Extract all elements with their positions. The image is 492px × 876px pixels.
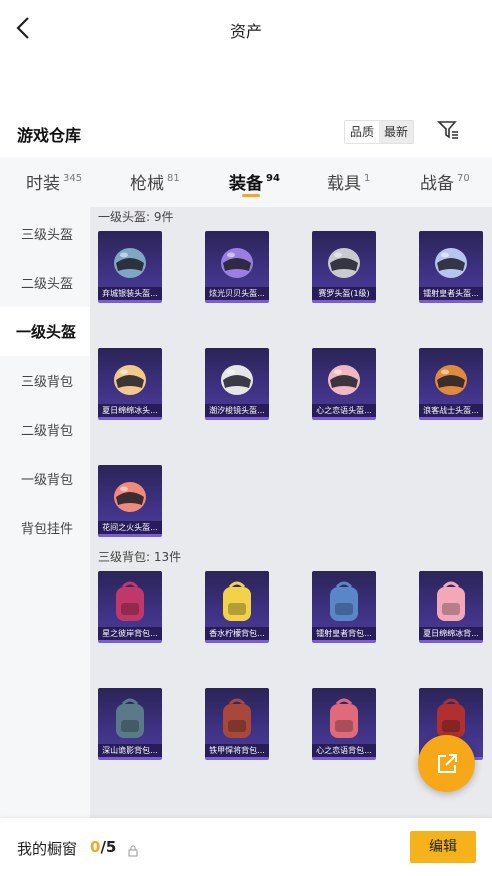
helmet-icon: [221, 365, 253, 395]
item-card[interactable]: 潮汐梭镜头盔...: [205, 348, 269, 420]
item-card[interactable]: 香水柠檬背包...: [205, 571, 269, 643]
item-card[interactable]: 镭射皇者背包...: [312, 571, 376, 643]
tab-vehicles[interactable]: 载具 1: [327, 169, 370, 194]
item-name: 心之恋语头盔...: [312, 404, 376, 417]
sidebar-item-level2-backpack[interactable]: 二级背包: [0, 405, 90, 454]
item-card[interactable]: 赛罗头盔(1级): [312, 231, 376, 303]
page-title: 资产: [229, 22, 262, 41]
item-name: 花间之火头盔...: [98, 521, 162, 534]
sort-newest-button[interactable]: 最新: [379, 121, 414, 143]
showcase-label: 我的橱窗: [17, 840, 78, 858]
item-card[interactable]: 深山诡影背包...: [98, 688, 162, 760]
backpack-icon: [223, 581, 251, 621]
item-name: 夏日绵绵冰背...: [419, 627, 483, 640]
backpack-icon: [223, 698, 251, 738]
backpack-icon: [116, 581, 144, 621]
filter-icon[interactable]: [436, 118, 460, 142]
category-tabs: 时装 345 枪械 81 装备 94 载具 1 战备 70: [0, 157, 492, 207]
item-name: 香水柠檬背包...: [205, 627, 269, 640]
share-button[interactable]: [418, 735, 475, 792]
edit-button[interactable]: 编辑: [410, 831, 476, 863]
sort-quality-button[interactable]: 品质: [345, 121, 380, 143]
tab-supplies[interactable]: 战备 70: [420, 169, 470, 194]
tab-weapons[interactable]: 枪械 81: [130, 169, 180, 194]
sidebar: 三级头盔 二级头盔 一级头盔 三级背包 二级背包 一级背包 背包挂件: [0, 207, 90, 818]
warehouse-row: 游戏仓库 品质 最新: [0, 118, 492, 148]
header: 资产: [0, 0, 492, 58]
helmet-icon: [328, 365, 360, 395]
section-label-level3-backpack: 三级背包: 13件: [98, 550, 182, 564]
item-card[interactable]: 夏日绵绵冰头...: [98, 348, 162, 420]
helmet-icon: [435, 365, 467, 395]
sidebar-item-level3-backpack[interactable]: 三级背包: [0, 356, 90, 405]
item-name: 心之恋语背包...: [312, 744, 376, 757]
item-card[interactable]: 花间之火头盔...: [98, 465, 162, 537]
sidebar-item-backpack-charm[interactable]: 背包挂件: [0, 503, 90, 552]
item-name: 深山诡影背包...: [98, 744, 162, 757]
sidebar-item-level2-helmet[interactable]: 二级头盔: [0, 258, 90, 307]
backpack-icon: [437, 581, 465, 621]
item-name: 铁甲悍将背包...: [205, 744, 269, 757]
item-card[interactable]: 铁甲悍将背包...: [205, 688, 269, 760]
item-name: 星之彼岸背包...: [98, 627, 162, 640]
item-name: 夏日绵绵冰头...: [98, 404, 162, 417]
item-card[interactable]: 镭射皇者头盔...: [419, 231, 483, 303]
sidebar-item-level1-backpack[interactable]: 一级背包: [0, 454, 90, 503]
tab-fashion[interactable]: 时装 345: [26, 169, 82, 194]
item-card[interactable]: 心之恋语头盔...: [312, 348, 376, 420]
item-card[interactable]: 夏日绵绵冰背...: [419, 571, 483, 643]
helmet-icon: [221, 248, 253, 278]
item-card[interactable]: 浪客战士头盔...: [419, 348, 483, 420]
backpack-icon: [330, 698, 358, 738]
helmet-icon: [114, 365, 146, 395]
helmet-icon: [328, 248, 360, 278]
item-card[interactable]: 心之恋语背包...: [312, 688, 376, 760]
backpack-icon: [116, 698, 144, 738]
item-card[interactable]: 星之彼岸背包...: [98, 571, 162, 643]
helmet-icon: [435, 248, 467, 278]
external-link-icon: [437, 753, 457, 773]
item-name: 炫光贝贝头盔...: [205, 287, 269, 300]
item-grid: 一级头盔: 9件 三级背包: 13件 弃城银装头盔... 炫光贝贝头盔... 赛…: [90, 207, 492, 818]
sort-toggle: 品质 最新: [344, 120, 415, 144]
helmet-icon: [114, 248, 146, 278]
item-name: 镭射皇者背包...: [312, 627, 376, 640]
item-card[interactable]: 炫光贝贝头盔...: [205, 231, 269, 303]
lock-icon: [128, 842, 138, 857]
item-name: 镭射皇者头盔...: [419, 287, 483, 300]
tab-equipment[interactable]: 装备 94: [229, 169, 280, 194]
showcase-bar: 我的橱窗 0/5 编辑: [0, 818, 492, 876]
item-name: 弃城银装头盔...: [98, 287, 162, 300]
section-label-level1-helmet: 一级头盔: 9件: [98, 210, 174, 224]
active-tab-indicator: [242, 194, 260, 197]
backpack-icon: [330, 581, 358, 621]
item-name: 浪客战士头盔...: [419, 404, 483, 417]
item-name: 潮汐梭镜头盔...: [205, 404, 269, 417]
helmet-icon: [114, 482, 146, 512]
sidebar-item-level3-helmet[interactable]: 三级头盔: [0, 209, 90, 258]
showcase-count: 0/5: [90, 838, 117, 856]
item-name: 赛罗头盔(1级): [312, 287, 376, 300]
warehouse-title: 游戏仓库: [17, 126, 82, 145]
item-card[interactable]: 弃城银装头盔...: [98, 231, 162, 303]
sidebar-item-level1-helmet[interactable]: 一级头盔: [0, 307, 90, 356]
